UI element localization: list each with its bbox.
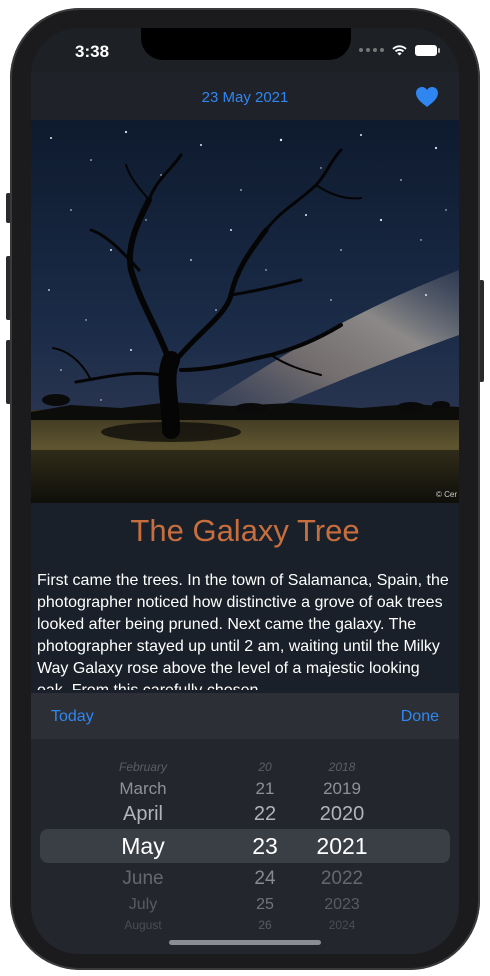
status-icons bbox=[359, 44, 440, 56]
picker-month-row: February bbox=[118, 760, 168, 774]
day-wheel[interactable]: 20 21 22 23 24 25 26 bbox=[235, 739, 295, 954]
article-title: The Galaxy Tree bbox=[130, 513, 360, 548]
picker-year-selected: 2021 bbox=[316, 833, 368, 859]
battery-icon bbox=[415, 44, 440, 56]
picker-month-row: April bbox=[122, 803, 163, 825]
apod-photo: © Cer bbox=[31, 120, 459, 503]
picker-year-row: 2022 bbox=[320, 868, 364, 889]
picker-month-row: June bbox=[122, 868, 164, 889]
picker-day-selected: 23 bbox=[252, 833, 278, 859]
status-time: 3:38 bbox=[75, 42, 110, 61]
month-wheel[interactable]: February March April May June July Augus… bbox=[83, 739, 203, 954]
done-button[interactable]: Done bbox=[401, 708, 439, 726]
screen: 3:38 23 May 2021 © Cer The Galaxy Tree F… bbox=[31, 28, 459, 954]
picker-day-row: 22 bbox=[253, 803, 277, 825]
picker-month-row: March bbox=[119, 779, 167, 798]
nav-bar: 23 May 2021 bbox=[31, 72, 459, 120]
picker-day-row: 20 bbox=[258, 760, 272, 774]
picker-month-row: July bbox=[128, 896, 158, 913]
picker-year-row: 2023 bbox=[324, 896, 360, 913]
home-indicator[interactable] bbox=[169, 940, 321, 945]
device-frame: 3:38 23 May 2021 © Cer The Galaxy Tree F… bbox=[0, 0, 490, 976]
picker-year-row: 2024 bbox=[328, 918, 356, 932]
picker-year-row: 2019 bbox=[323, 779, 361, 798]
picker-year-row: 2020 bbox=[319, 803, 365, 825]
photo-credit: © Cer bbox=[435, 490, 457, 499]
picker-month-row: August bbox=[124, 918, 162, 932]
picker-day-row: 24 bbox=[254, 868, 276, 889]
picker-toolbar: Today Done bbox=[31, 693, 459, 739]
today-button[interactable]: Today bbox=[51, 708, 94, 726]
article-body: First came the trees. In the town of Sal… bbox=[37, 572, 449, 690]
picker-year-row: 2018 bbox=[328, 760, 356, 774]
picker-day-row: 21 bbox=[255, 779, 275, 798]
article-content: The Galaxy Tree First came the trees. In… bbox=[31, 503, 459, 703]
year-wheel[interactable]: 2018 2019 2020 2021 2022 2023 2024 bbox=[307, 739, 377, 954]
wifi-icon bbox=[392, 45, 407, 56]
signal-icon bbox=[359, 48, 384, 52]
notch bbox=[141, 28, 351, 60]
picker-day-row: 26 bbox=[258, 918, 272, 932]
picker-day-row: 25 bbox=[256, 896, 274, 913]
date-picker[interactable]: February March April May June July Augus… bbox=[31, 739, 459, 954]
picker-month-selected: May bbox=[121, 833, 165, 859]
heart-icon[interactable] bbox=[415, 86, 439, 108]
galaxy-tree-image bbox=[31, 120, 459, 503]
nav-date-title[interactable]: 23 May 2021 bbox=[31, 89, 459, 106]
